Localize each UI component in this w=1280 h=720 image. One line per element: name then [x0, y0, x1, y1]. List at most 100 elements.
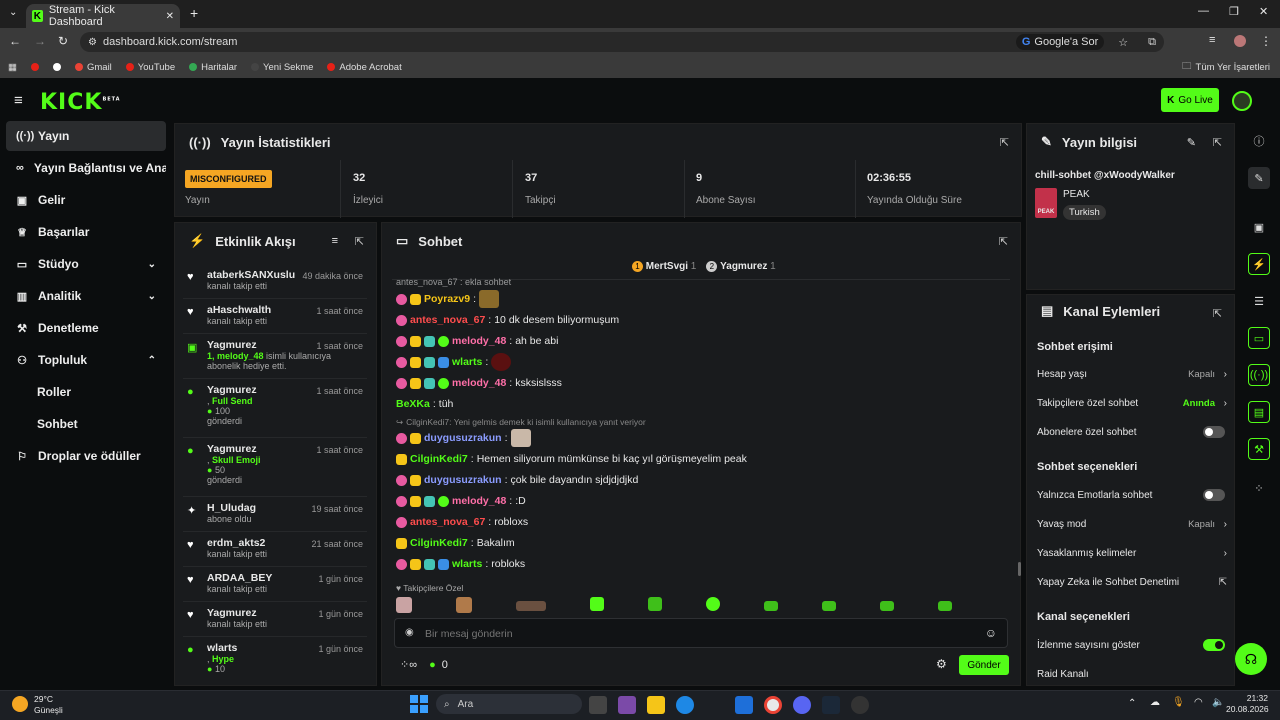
bookmark-acrobat[interactable]: Adobe Acrobat — [327, 62, 402, 73]
maximize-icon[interactable]: ❐ — [1229, 5, 1239, 18]
weather-sun-icon[interactable] — [12, 696, 28, 712]
volume-icon[interactable]: 🔈 — [1212, 697, 1224, 708]
go-live-button[interactable]: K Go Live — [1161, 88, 1219, 112]
emote-only-toggle[interactable] — [1203, 489, 1225, 501]
sidebar-item-studio[interactable]: ▭ Stüdyo ⌄ — [6, 249, 166, 279]
popout-icon[interactable]: ⇱ — [1000, 136, 1009, 149]
reload-icon[interactable]: ↻ — [58, 34, 68, 48]
microphone-icon[interactable]: 🎙 — [1172, 697, 1185, 708]
popout-icon[interactable]: ⇱ — [355, 235, 364, 248]
taskbar-search[interactable]: ⌕ Ara — [436, 694, 582, 714]
lightning-icon[interactable]: ⚡ — [1248, 253, 1270, 275]
task-view-icon[interactable] — [589, 696, 607, 714]
mail-icon[interactable] — [735, 696, 753, 714]
chevron-up-icon[interactable]: ⌃ — [1128, 698, 1136, 709]
support-headset-icon[interactable]: ☊ — [1235, 643, 1267, 675]
sidebar-item-roles[interactable]: Roller — [6, 377, 166, 407]
sidebar-item-achievements[interactable]: ♕ Başarılar — [6, 217, 166, 247]
video-icon[interactable]: ▣ — [1248, 216, 1270, 238]
chat-username[interactable]: melody_48 — [452, 495, 506, 507]
chat-username[interactable]: BeXKa — [396, 398, 430, 410]
setting-raid[interactable]: Raid Kanalı — [1037, 664, 1227, 684]
emote-image[interactable] — [706, 597, 720, 611]
cloud-icon[interactable]: ☁ — [1150, 697, 1160, 708]
chat-message-input[interactable] — [425, 625, 965, 643]
file-explorer-icon[interactable] — [647, 696, 665, 714]
server-icon[interactable]: ▤ — [1248, 401, 1270, 423]
weather-widget[interactable]: 29°C Güneşli — [34, 694, 63, 716]
setting-slow-mode[interactable]: Yavaş mod Kapalı › — [1037, 514, 1227, 534]
browser-menu-icon[interactable]: ⋮ — [1260, 34, 1272, 48]
broadcast-icon[interactable]: ((·)) — [1248, 364, 1270, 386]
emoji-icon[interactable]: ☺ — [985, 626, 997, 640]
wrench-icon[interactable]: ⚒ — [1248, 438, 1270, 460]
send-button[interactable]: Gönder — [959, 655, 1009, 675]
info-icon[interactable]: ⓘ — [1248, 130, 1270, 152]
chat-username[interactable]: Poyrazv9 — [424, 293, 470, 305]
chat-username[interactable]: antes_nova_67 — [410, 516, 485, 528]
emote-image[interactable] — [938, 601, 952, 611]
google-shortcut-icon[interactable] — [52, 63, 61, 71]
setting-ai-moderation[interactable]: Yapay Zeka ile Sohbet Denetimi ⇱ — [1037, 572, 1227, 592]
chat-scrollbar[interactable] — [1018, 562, 1021, 576]
site-info-icon[interactable]: ⚙ — [88, 37, 97, 48]
emote-image[interactable] — [516, 601, 546, 611]
chat-settings-gear-icon[interactable]: ⚙ — [936, 657, 947, 671]
share-icon[interactable]: ⁘ — [1248, 477, 1270, 499]
sidebar-item-drops[interactable]: ⚐ Droplar ve ödüller — [6, 441, 166, 471]
extensions-icon[interactable]: ⧉ — [1148, 36, 1156, 49]
close-window-icon[interactable]: ✕ — [1259, 5, 1268, 18]
sidebar-item-community[interactable]: ⚇ Topluluk ⌃ — [6, 345, 166, 375]
popout-icon[interactable]: ⇱ — [1213, 307, 1222, 320]
tab-menu-icon[interactable]: ⌄ — [9, 7, 17, 18]
top-gifter[interactable]: 1 MertSvgi 1 — [632, 261, 696, 272]
windows-start-icon[interactable] — [410, 695, 428, 713]
chat-username[interactable]: melody_48 — [452, 377, 506, 389]
setting-followers-only[interactable]: Takipçilere özel sohbet Anında › — [1037, 393, 1227, 413]
sidebar-item-analytics[interactable]: ▥ Analitik ⌄ — [6, 281, 166, 311]
address-bar[interactable]: ⚙ dashboard.kick.com/stream G Google'a S… — [80, 32, 1164, 52]
edge-icon[interactable] — [676, 696, 694, 714]
new-tab-icon[interactable]: + — [190, 5, 198, 21]
category-thumbnail[interactable]: PEAK — [1035, 188, 1057, 218]
back-icon[interactable]: ← — [9, 34, 21, 48]
edit-pencil-icon[interactable]: ✎ — [1187, 136, 1196, 149]
bookmark-new-tab[interactable]: Yeni Sekme — [251, 62, 313, 73]
top-gifter[interactable]: 2 Yagmurez 1 — [706, 261, 776, 272]
edit-icon[interactable]: ✎ — [1248, 167, 1270, 189]
browser-tab[interactable]: K Stream - Kick Dashboard ✕ — [26, 4, 180, 28]
app-icon[interactable] — [851, 696, 869, 714]
chat-username[interactable]: wlarts — [452, 356, 482, 368]
chat-input-box[interactable]: ◉ ☺ — [394, 618, 1008, 648]
kick-logo[interactable]: KICKBETA — [40, 90, 121, 115]
setting-banned-words[interactable]: Yasaklanmış kelimeler › — [1037, 543, 1227, 563]
close-tab-icon[interactable]: ✕ — [166, 11, 174, 22]
forward-icon[interactable]: → — [34, 34, 46, 48]
chat-username[interactable]: CilginKedi7 — [410, 537, 468, 549]
sidebar-item-chat[interactable]: Sohbet — [6, 409, 166, 439]
chat-icon[interactable]: ▭ — [1248, 327, 1270, 349]
emote-image[interactable] — [822, 601, 836, 611]
emote-image[interactable] — [456, 597, 472, 613]
steam-icon[interactable] — [822, 696, 840, 714]
apps-icon[interactable]: ▦ — [8, 62, 17, 73]
kicks-balance[interactable]: ● 0 — [429, 659, 448, 671]
stream-tag[interactable]: Turkish — [1063, 205, 1106, 220]
clock[interactable]: 21:32 20.08.2026 — [1226, 693, 1269, 715]
all-bookmarks[interactable]: 🗀 Tüm Yer İşaretleri — [1182, 59, 1270, 75]
google-ask-button[interactable]: G Google'a Sor — [1015, 34, 1105, 50]
subs-only-toggle[interactable] — [1203, 426, 1225, 438]
bookmark-gmail[interactable]: Gmail — [74, 62, 112, 73]
bookmark-star-icon[interactable]: ☆ — [1118, 36, 1128, 49]
setting-account-age[interactable]: Hesap yaşı Kapalı › — [1037, 364, 1227, 384]
chat-username[interactable]: melody_48 — [452, 335, 506, 347]
chat-username[interactable]: wlarts — [452, 558, 482, 570]
user-avatar[interactable] — [1232, 91, 1252, 111]
discord-icon[interactable] — [793, 696, 811, 714]
chat-username[interactable]: antes_nova_67 — [410, 314, 485, 326]
chrome-icon[interactable] — [764, 696, 782, 714]
hamburger-menu-icon[interactable]: ≡ — [14, 92, 23, 109]
emote-image[interactable] — [590, 597, 604, 611]
sidebar-item-stream[interactable]: ((·)) Yayın — [6, 121, 166, 151]
chat-username[interactable]: duygusuzrakun — [424, 474, 502, 486]
